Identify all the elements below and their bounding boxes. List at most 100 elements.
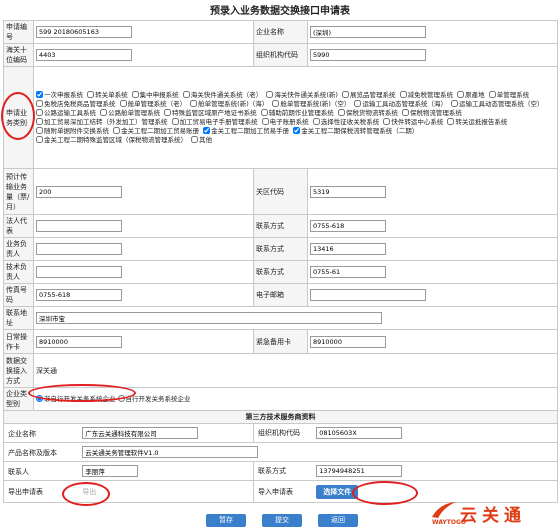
phone1-input[interactable]	[310, 220, 386, 232]
system-option[interactable]: 运输工具动态管理系统（海）	[354, 99, 447, 108]
dev-type-option[interactable]: 自行开发关务系统企业	[117, 394, 191, 403]
system-option[interactable]: 减免税管理系统	[399, 90, 453, 99]
dev-type-option[interactable]: 非自行开发关务系统企业	[36, 394, 116, 403]
system-option[interactable]: 快件转运中心系统	[383, 117, 443, 126]
system-checkbox[interactable]	[266, 90, 274, 98]
system-checkbox[interactable]	[190, 99, 198, 107]
system-option-label: 海关快件通关系统（老）	[190, 90, 263, 99]
system-checkbox[interactable]	[260, 108, 268, 116]
system-checkbox[interactable]	[447, 117, 455, 125]
tp-phone-input[interactable]	[316, 465, 403, 477]
system-option[interactable]: 选择性征收关税系统	[312, 117, 379, 126]
customs-area-input[interactable]	[310, 185, 386, 198]
system-option[interactable]: 运输工具动态管理系统（空）	[451, 99, 544, 108]
tech-contact-input[interactable]	[36, 266, 122, 278]
fax-input[interactable]	[36, 289, 122, 301]
system-option[interactable]: 辅助前期作业管理系统	[260, 108, 334, 117]
customs-code-input[interactable]	[36, 49, 132, 61]
company-name-input[interactable]	[310, 26, 426, 38]
system-option[interactable]: 集中申报系统	[131, 90, 179, 99]
apply-no-input[interactable]	[36, 26, 132, 38]
back-button[interactable]: 返回	[318, 514, 358, 527]
system-option-label: 保税物流管理系统	[409, 108, 462, 117]
system-checkbox[interactable]	[36, 135, 43, 143]
org-code-input[interactable]	[310, 49, 426, 61]
system-option[interactable]: 金关工程二期保税流转管理系统（二期）	[293, 126, 418, 135]
system-checkbox[interactable]	[36, 99, 43, 107]
system-option[interactable]: 金关工程二期加工贸易手册	[203, 126, 289, 135]
system-option[interactable]: 单管理系统	[488, 90, 529, 99]
system-checkbox[interactable]	[312, 117, 320, 125]
system-option[interactable]: 舱单管理系统(新)（海）	[190, 99, 268, 108]
system-option[interactable]: 金关工程二期加工贸易账册	[113, 126, 199, 135]
system-option[interactable]: 金关工程二期特殊监管区域（保税物流管理系统）	[36, 135, 187, 144]
system-checkbox[interactable]	[451, 99, 459, 107]
system-checkbox[interactable]	[383, 117, 391, 125]
system-checkbox[interactable]	[182, 90, 190, 98]
email-input[interactable]	[310, 289, 426, 301]
system-checkbox[interactable]	[401, 108, 409, 116]
system-option[interactable]: 其他	[191, 135, 212, 144]
system-checkbox[interactable]	[354, 99, 362, 107]
business-contact-input[interactable]	[36, 243, 122, 255]
system-option[interactable]: 加工贸易深加工结转（外发加工）管理系统	[36, 117, 168, 126]
system-checkbox[interactable]	[488, 90, 496, 98]
system-option[interactable]: 舱单管理系统(新)（空）	[272, 99, 350, 108]
emergency-card-input[interactable]	[310, 335, 386, 348]
system-option[interactable]: 海关快件通关系统（老）	[182, 90, 263, 99]
system-checkbox[interactable]	[36, 117, 43, 125]
tp-org-code-input[interactable]	[316, 427, 403, 439]
export-link[interactable]: 导出	[82, 488, 96, 496]
system-checkbox[interactable]	[171, 117, 179, 125]
system-checkbox[interactable]	[36, 126, 43, 134]
system-checkbox[interactable]	[164, 108, 172, 116]
system-checkbox[interactable]	[119, 99, 127, 107]
system-checkbox[interactable]	[113, 126, 121, 134]
system-checkbox[interactable]	[272, 99, 280, 107]
submit-button[interactable]: 提交	[262, 514, 302, 527]
tp-contact-input[interactable]	[82, 465, 139, 477]
system-option[interactable]: 免税店免税商品管理系统	[36, 99, 116, 108]
tp-product-input[interactable]	[82, 446, 259, 458]
system-option[interactable]: 保税物流管理系统	[401, 108, 462, 117]
system-checkbox[interactable]	[36, 90, 43, 98]
system-checkbox[interactable]	[293, 126, 301, 134]
save-draft-button[interactable]: 暂存	[206, 514, 246, 527]
system-checkbox[interactable]	[36, 108, 43, 116]
expected-volume-input[interactable]	[36, 185, 122, 198]
legal-rep-input[interactable]	[36, 220, 122, 232]
system-checkbox[interactable]	[399, 90, 407, 98]
system-checkbox[interactable]	[203, 126, 211, 134]
system-option[interactable]: 随附单据附件交换系统	[36, 126, 109, 135]
system-checkbox[interactable]	[337, 108, 345, 116]
tp-company-input[interactable]	[82, 427, 199, 439]
system-option[interactable]: 展览品管理系统	[341, 90, 395, 99]
system-option[interactable]: 特殊监管区域原产地证书系统	[164, 108, 257, 117]
system-checkbox[interactable]	[261, 117, 269, 125]
system-option[interactable]: 转关运抵报告系统	[447, 117, 507, 126]
system-checkbox[interactable]	[457, 90, 465, 98]
system-option-label: 加工贸易深加工结转（外发加工）管理系统	[44, 117, 168, 126]
system-option[interactable]: 加工贸易电子手册管理系统	[171, 117, 258, 126]
address-input[interactable]	[36, 312, 382, 324]
dev-type-radio[interactable]	[36, 394, 43, 402]
system-option[interactable]: 原產地	[457, 90, 485, 99]
system-option[interactable]: 公路运输工具系统	[36, 108, 96, 117]
system-checkbox[interactable]	[100, 108, 108, 116]
system-option[interactable]: 保税货物流转系统	[337, 108, 398, 117]
system-option[interactable]: 公路舱单管理系统	[100, 108, 160, 117]
system-checkbox[interactable]	[131, 90, 139, 98]
system-option[interactable]: 海关快件通关系统(新)	[266, 90, 338, 99]
daily-card-input[interactable]	[36, 335, 122, 348]
choose-file-button[interactable]: 选择文件	[316, 484, 359, 499]
system-option[interactable]: 一次申报系统	[36, 90, 83, 99]
phone3-input[interactable]	[310, 266, 386, 278]
system-checkbox[interactable]	[341, 90, 349, 98]
system-option[interactable]: 电子账册系统	[261, 117, 309, 126]
system-option[interactable]: 转关单系统	[87, 90, 128, 99]
phone2-input[interactable]	[310, 243, 386, 255]
system-checkbox[interactable]	[87, 90, 95, 98]
system-option[interactable]: 舱单管理系统（老）	[119, 99, 186, 108]
system-checkbox[interactable]	[191, 135, 199, 143]
dev-type-radio[interactable]	[117, 394, 125, 402]
